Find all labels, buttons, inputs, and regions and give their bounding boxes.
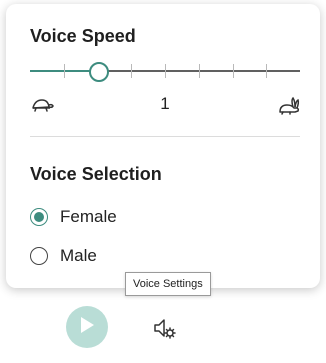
radio-label-female: Female	[60, 207, 117, 226]
speed-row: 1	[30, 94, 300, 118]
voice-settings-button[interactable]	[152, 316, 178, 342]
slider-thumb[interactable]	[89, 62, 109, 82]
radio-selected-dot	[34, 212, 44, 222]
speed-value: 1	[160, 94, 170, 113]
voice-settings-panel: Voice Speed 1 Voice Selection Female Mal…	[6, 4, 320, 288]
radio-label-male: Male	[60, 246, 97, 265]
divider	[30, 136, 300, 137]
voice-settings-tooltip: Voice Settings	[125, 272, 211, 296]
speaker-settings-icon	[152, 319, 178, 346]
play-button[interactable]	[66, 306, 108, 348]
slider-tick	[266, 64, 267, 78]
slider-tick	[131, 64, 132, 78]
voice-speed-title: Voice Speed	[30, 26, 136, 46]
radio-male[interactable]: Male	[30, 243, 97, 269]
radio-female[interactable]: Female	[30, 204, 117, 230]
rabbit-icon	[278, 96, 300, 121]
radio-button-male[interactable]	[30, 247, 48, 265]
voice-selection-title: Voice Selection	[30, 164, 162, 184]
voice-speed-slider[interactable]	[30, 62, 300, 82]
radio-button-female[interactable]	[30, 208, 48, 226]
slider-tick	[165, 64, 166, 78]
slider-tick	[233, 64, 234, 78]
slider-tick	[199, 64, 200, 78]
slider-tick	[64, 64, 65, 78]
play-icon	[78, 315, 96, 340]
